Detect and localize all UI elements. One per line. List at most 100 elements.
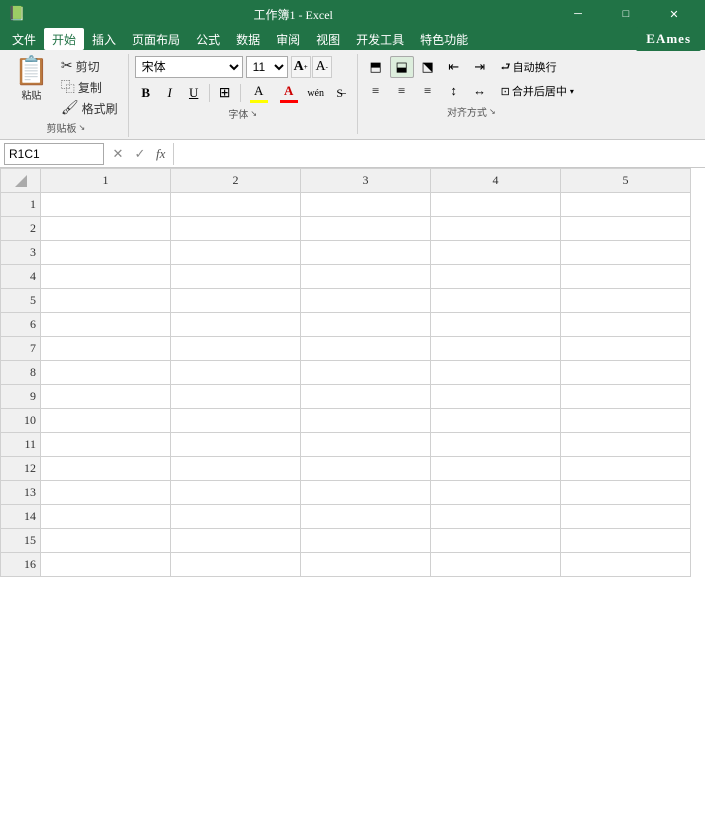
cell-r2c3[interactable] [301,217,431,241]
cell-r8c5[interactable] [561,361,691,385]
align-top-left-button[interactable]: ⬒ [364,56,388,78]
row-header-1[interactable]: 1 [1,193,41,217]
cell-r13c1[interactable] [41,481,171,505]
cell-r8c1[interactable] [41,361,171,385]
cell-r9c1[interactable] [41,385,171,409]
menu-formula[interactable]: 公式 [188,28,228,50]
close-button[interactable]: ✕ [651,0,697,28]
cell-r2c5[interactable] [561,217,691,241]
auto-wrap-button[interactable]: ⮐ 自动换行 [496,56,579,78]
underline-button[interactable]: U [183,82,205,104]
cell-r5c3[interactable] [301,289,431,313]
row-header-16[interactable]: 16 [1,553,41,577]
cell-r1c1[interactable] [41,193,171,217]
italic-button[interactable]: I [159,82,181,104]
row-header-9[interactable]: 9 [1,385,41,409]
row-header-14[interactable]: 14 [1,505,41,529]
cell-r13c3[interactable] [301,481,431,505]
cell-r1c2[interactable] [171,193,301,217]
cell-r7c1[interactable] [41,337,171,361]
align-direction-button[interactable]: ↕ [442,80,466,102]
row-header-6[interactable]: 6 [1,313,41,337]
cell-r3c2[interactable] [171,241,301,265]
cell-r5c4[interactable] [431,289,561,313]
menu-home[interactable]: 开始 [44,28,84,50]
increase-font-button[interactable]: A+ [291,56,311,78]
col-header-1[interactable]: 1 [41,169,171,193]
menu-layout[interactable]: 页面布局 [124,28,188,50]
align-top-center-button[interactable]: ⬓ [390,56,414,78]
row-header-2[interactable]: 2 [1,217,41,241]
menu-review[interactable]: 审阅 [268,28,308,50]
cell-r8c3[interactable] [301,361,431,385]
cell-r14c2[interactable] [171,505,301,529]
cell-r4c4[interactable] [431,265,561,289]
cell-r14c5[interactable] [561,505,691,529]
cell-r1c4[interactable] [431,193,561,217]
name-box[interactable] [4,143,104,165]
cell-r7c4[interactable] [431,337,561,361]
cell-r4c2[interactable] [171,265,301,289]
cell-r12c5[interactable] [561,457,691,481]
cell-r14c3[interactable] [301,505,431,529]
cell-r9c2[interactable] [171,385,301,409]
strikethrough-button[interactable]: S̶ [329,82,351,104]
cell-r6c1[interactable] [41,313,171,337]
col-header-3[interactable]: 3 [301,169,431,193]
row-header-3[interactable]: 3 [1,241,41,265]
restore-button[interactable]: □ [603,0,649,28]
cell-r10c3[interactable] [301,409,431,433]
bold-button[interactable]: B [135,82,157,104]
paste-button[interactable]: 📋 粘贴 [10,56,53,118]
cell-r14c1[interactable] [41,505,171,529]
cell-r2c2[interactable] [171,217,301,241]
cell-r7c5[interactable] [561,337,691,361]
align-top-right-button[interactable]: ⬔ [416,56,440,78]
increase-indent-button[interactable]: ⇥ [468,56,492,78]
cell-r9c5[interactable] [561,385,691,409]
cell-r3c3[interactable] [301,241,431,265]
align-left-button[interactable]: ≡ [364,80,388,102]
row-header-10[interactable]: 10 [1,409,41,433]
cell-r5c1[interactable] [41,289,171,313]
clipboard-expand-icon[interactable]: ↘ [78,123,85,132]
cell-r6c3[interactable] [301,313,431,337]
menu-special[interactable]: 特色功能 [412,28,476,50]
cell-r9c3[interactable] [301,385,431,409]
cell-r7c3[interactable] [301,337,431,361]
cell-r16c5[interactable] [561,553,691,577]
cell-r15c2[interactable] [171,529,301,553]
cell-r1c5[interactable] [561,193,691,217]
minimize-button[interactable]: ─ [555,0,601,28]
cell-r2c1[interactable] [41,217,171,241]
font-size-select[interactable]: 11 [246,56,288,78]
alignment-expand-icon[interactable]: ↘ [489,107,496,116]
row-header-5[interactable]: 5 [1,289,41,313]
cell-r15c1[interactable] [41,529,171,553]
cell-r10c5[interactable] [561,409,691,433]
cell-r16c1[interactable] [41,553,171,577]
menu-insert[interactable]: 插入 [84,28,124,50]
menu-view[interactable]: 视图 [308,28,348,50]
cell-r12c2[interactable] [171,457,301,481]
border-button[interactable]: ⊞ [214,82,236,104]
align-right-button[interactable]: ≡ [416,80,440,102]
cell-r10c4[interactable] [431,409,561,433]
cell-r16c3[interactable] [301,553,431,577]
copy-button[interactable]: ⿻ 复制 [57,77,122,97]
formula-cancel-button[interactable]: ✕ [108,144,128,164]
row-header-13[interactable]: 13 [1,481,41,505]
cell-r12c3[interactable] [301,457,431,481]
cell-r13c5[interactable] [561,481,691,505]
cell-r12c4[interactable] [431,457,561,481]
formula-confirm-button[interactable]: ✓ [130,144,150,164]
cell-r1c3[interactable] [301,193,431,217]
cell-r10c1[interactable] [41,409,171,433]
cell-r9c4[interactable] [431,385,561,409]
col-header-4[interactable]: 4 [431,169,561,193]
cell-r13c4[interactable] [431,481,561,505]
cell-r11c5[interactable] [561,433,691,457]
cell-r6c5[interactable] [561,313,691,337]
decrease-font-button[interactable]: A- [312,56,332,78]
cell-r15c3[interactable] [301,529,431,553]
